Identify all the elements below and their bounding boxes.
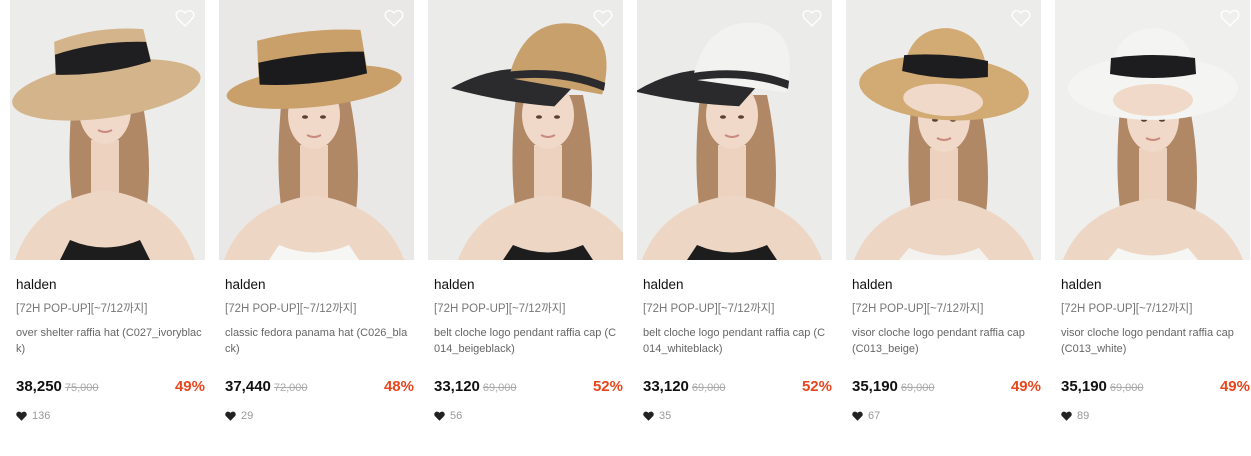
like-count-value: 136 — [32, 410, 51, 422]
like-count: 29 — [225, 409, 414, 423]
original-price: 69,000 — [482, 382, 517, 394]
like-count-value: 89 — [1077, 410, 1090, 422]
like-count-value: 29 — [241, 410, 254, 422]
promo-tag: [72H POP-UP][~7/12까지] — [434, 303, 566, 315]
product-name[interactable]: belt cloche logo pendant raffia cap (C01… — [643, 325, 829, 357]
product-name[interactable]: belt cloche logo pendant raffia cap (C01… — [434, 325, 620, 357]
discount-rate: 49% — [174, 378, 205, 395]
discount-rate: 52% — [801, 378, 832, 395]
like-count: 136 — [16, 409, 205, 423]
heart-filled-icon — [643, 411, 654, 421]
promo-tag: [72H POP-UP][~7/12까지] — [852, 303, 984, 315]
promo-tag: [72H POP-UP][~7/12까지] — [225, 303, 357, 315]
product-photo — [10, 0, 205, 260]
sale-price: 33,120 — [643, 378, 689, 395]
heart-outline-icon[interactable] — [175, 8, 195, 28]
product-card[interactable]: halden [72H POP-UP][~7/12까지] belt cloche… — [428, 0, 623, 456]
product-name[interactable]: classic fedora panama hat (C026_black) — [225, 325, 411, 357]
price-row: 33,120 69,000 52% — [434, 377, 623, 397]
brand-name[interactable]: halden — [852, 277, 1041, 293]
product-card[interactable]: halden [72H POP-UP][~7/12까지] classic fed… — [219, 0, 414, 456]
product-info: halden [72H POP-UP][~7/12까지] over shelte… — [10, 277, 205, 423]
heart-filled-icon — [434, 411, 445, 421]
price-row: 35,190 69,000 49% — [1061, 377, 1250, 397]
product-name[interactable]: visor cloche logo pendant raffia cap (C0… — [852, 325, 1038, 357]
like-count-value: 67 — [868, 410, 881, 422]
product-image[interactable] — [637, 0, 832, 260]
promo-tag: [72H POP-UP][~7/12까지] — [643, 303, 775, 315]
product-info: halden [72H POP-UP][~7/12까지] belt cloche… — [428, 277, 623, 423]
product-info: halden [72H POP-UP][~7/12까지] belt cloche… — [637, 277, 832, 423]
sale-price: 35,190 — [1061, 378, 1107, 395]
product-photo — [219, 0, 414, 260]
promo-tag: [72H POP-UP][~7/12까지] — [1061, 303, 1193, 315]
sale-price: 37,440 — [225, 378, 271, 395]
price-row: 35,190 69,000 49% — [852, 377, 1041, 397]
brand-name[interactable]: halden — [434, 277, 623, 293]
product-info: halden [72H POP-UP][~7/12까지] classic fed… — [219, 277, 414, 423]
like-count: 89 — [1061, 409, 1250, 423]
original-price: 69,000 — [900, 382, 935, 394]
product-image[interactable] — [428, 0, 623, 260]
brand-name[interactable]: halden — [1061, 277, 1250, 293]
discount-rate: 49% — [1219, 378, 1250, 395]
original-price: 75,000 — [64, 382, 99, 394]
like-count: 56 — [434, 409, 623, 423]
like-count-value: 56 — [450, 410, 463, 422]
product-photo — [428, 0, 623, 260]
price-row: 37,440 72,000 48% — [225, 377, 414, 397]
product-info: halden [72H POP-UP][~7/12까지] visor cloch… — [846, 277, 1041, 423]
product-photo — [637, 0, 832, 260]
product-photo — [1055, 0, 1250, 260]
sale-price: 33,120 — [434, 378, 480, 395]
heart-filled-icon — [852, 411, 863, 421]
sale-price: 38,250 — [16, 378, 62, 395]
product-grid: halden [72H POP-UP][~7/12까지] over shelte… — [0, 0, 1251, 456]
product-info: halden [72H POP-UP][~7/12까지] visor cloch… — [1055, 277, 1250, 423]
price-row: 38,250 75,000 49% — [16, 377, 205, 397]
discount-rate: 48% — [383, 378, 414, 395]
product-card[interactable]: halden [72H POP-UP][~7/12까지] belt cloche… — [637, 0, 832, 456]
price-row: 33,120 69,000 52% — [643, 377, 832, 397]
heart-outline-icon[interactable] — [802, 8, 822, 28]
discount-rate: 49% — [1010, 378, 1041, 395]
brand-name[interactable]: halden — [225, 277, 414, 293]
brand-name[interactable]: halden — [643, 277, 832, 293]
heart-outline-icon[interactable] — [1220, 8, 1240, 28]
heart-outline-icon[interactable] — [384, 8, 404, 28]
sale-price: 35,190 — [852, 378, 898, 395]
brand-name[interactable]: halden — [16, 277, 205, 293]
original-price: 69,000 — [691, 382, 726, 394]
heart-outline-icon[interactable] — [593, 8, 613, 28]
product-card[interactable]: halden [72H POP-UP][~7/12까지] visor cloch… — [1055, 0, 1250, 456]
product-card[interactable]: halden [72H POP-UP][~7/12까지] visor cloch… — [846, 0, 1041, 456]
heart-filled-icon — [225, 411, 236, 421]
discount-rate: 52% — [592, 378, 623, 395]
promo-tag: [72H POP-UP][~7/12까지] — [16, 303, 148, 315]
product-card[interactable]: halden [72H POP-UP][~7/12까지] over shelte… — [10, 0, 205, 456]
heart-filled-icon — [16, 411, 27, 421]
product-image[interactable] — [10, 0, 205, 260]
heart-filled-icon — [1061, 411, 1072, 421]
product-name[interactable]: visor cloche logo pendant raffia cap (C0… — [1061, 325, 1247, 357]
like-count: 35 — [643, 409, 832, 423]
heart-outline-icon[interactable] — [1011, 8, 1031, 28]
product-photo — [846, 0, 1041, 260]
product-image[interactable] — [219, 0, 414, 260]
original-price: 72,000 — [273, 382, 308, 394]
like-count-value: 35 — [659, 410, 672, 422]
original-price: 69,000 — [1109, 382, 1144, 394]
product-name[interactable]: over shelter raffia hat (C027_ivoryblack… — [16, 325, 202, 357]
product-image[interactable] — [846, 0, 1041, 260]
like-count: 67 — [852, 409, 1041, 423]
product-image[interactable] — [1055, 0, 1250, 260]
